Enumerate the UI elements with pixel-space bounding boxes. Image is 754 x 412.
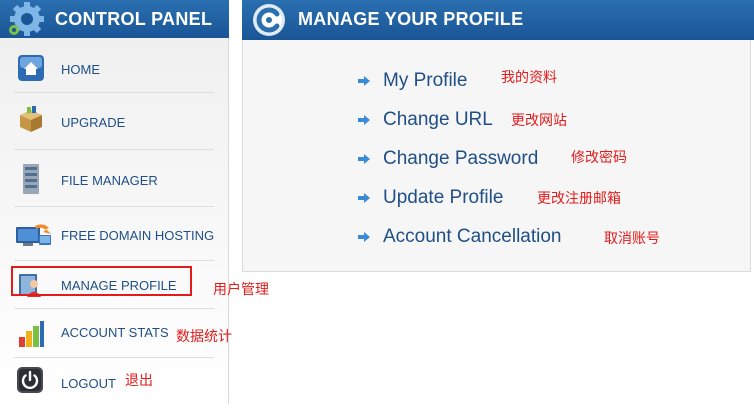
- sidebar-item-upgrade[interactable]: UPGRADE: [0, 98, 229, 148]
- sidebar-item-label: FILE MANAGER: [61, 173, 158, 188]
- annotation-my-profile: 我的资料: [501, 70, 557, 86]
- change-password-link[interactable]: Change Password: [383, 148, 538, 170]
- my-profile-link[interactable]: My Profile: [383, 70, 467, 92]
- annotation-change-password: 修改密码: [571, 150, 627, 166]
- change-url-link[interactable]: Change URL: [383, 109, 493, 131]
- bar-chart-icon: [19, 321, 44, 347]
- manage-profile-title: MANAGE YOUR PROFILE: [298, 9, 524, 29]
- divider: [14, 260, 214, 261]
- sidebar-item-label: HOME: [61, 62, 100, 77]
- power-icon: [17, 367, 43, 393]
- gear-icon: [9, 2, 44, 36]
- home-icon: [18, 55, 44, 81]
- account-cancellation-link[interactable]: Account Cancellation: [383, 226, 562, 248]
- profile-logo-icon: [253, 4, 285, 36]
- sidebar-item-home[interactable]: HOME: [0, 44, 229, 94]
- sidebar-item-logout[interactable]: LOGOUT: [0, 362, 229, 412]
- manage-profile-header: MANAGE YOUR PROFILE: [242, 0, 754, 40]
- sidebar: HOME UPGRADE FILE MANAGER FREE DOMAIN HO…: [0, 38, 229, 404]
- sidebar-item-free-domain-hosting[interactable]: FREE DOMAIN HOSTING: [0, 212, 229, 262]
- annotation-manage-profile: 用户管理: [213, 282, 269, 298]
- arrow-right-icon: [358, 193, 370, 203]
- annotation-account-cancellation: 取消账号: [604, 231, 660, 247]
- arrow-right-icon: [358, 232, 370, 242]
- divider: [14, 357, 214, 358]
- server-icon: [23, 164, 39, 194]
- sidebar-item-label: FREE DOMAIN HOSTING: [61, 228, 215, 243]
- control-panel-header: CONTROL PANEL: [0, 0, 229, 38]
- sidebar-item-label: UPGRADE: [61, 115, 126, 130]
- divider: [14, 308, 214, 309]
- sidebar-item-file-manager[interactable]: FILE MANAGER: [0, 156, 229, 206]
- arrow-right-icon: [358, 76, 370, 86]
- manage-profile-highlight: [11, 266, 192, 296]
- divider: [14, 206, 214, 207]
- sidebar-item-label: LOGOUT: [61, 376, 116, 391]
- divider: [14, 92, 214, 93]
- annotation-change-url: 更改网站: [511, 113, 567, 129]
- annotation-logout: 退出: [125, 373, 153, 389]
- control-panel-title: CONTROL PANEL: [55, 9, 213, 29]
- arrow-right-icon: [358, 154, 370, 164]
- domain-hosting-icon: [16, 224, 51, 246]
- annotation-update-profile: 更改注册邮箱: [537, 191, 621, 207]
- arrow-right-icon: [358, 115, 370, 125]
- divider: [14, 149, 214, 150]
- update-profile-link[interactable]: Update Profile: [383, 187, 503, 209]
- sidebar-item-label: ACCOUNT STATS: [61, 325, 169, 340]
- annotation-account-stats: 数据统计: [176, 329, 232, 345]
- box-icon: [20, 106, 42, 132]
